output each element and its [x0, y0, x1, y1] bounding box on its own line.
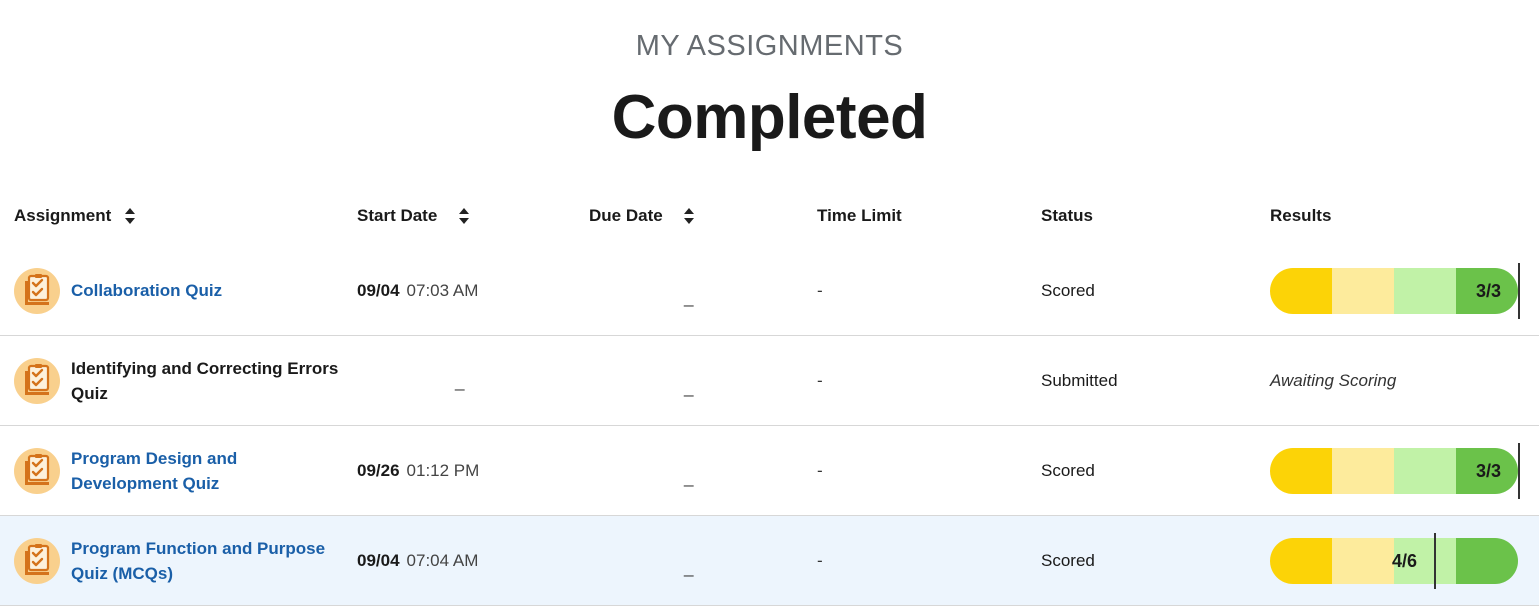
table-row: Collaboration Quiz 09/04 07:03 AM _ - Scored 3… [0, 246, 1539, 336]
score-label: 3/3 [1476, 460, 1502, 481]
table-row: Program Function and Purpose Quiz (MCQs) 0… [0, 516, 1539, 606]
score-bar-segment [1270, 448, 1332, 494]
score-marker [1434, 533, 1436, 589]
quiz-checklist-icon [14, 448, 60, 494]
table-row: Identifying and Correcting Errors Quiz _ _ -… [0, 336, 1539, 426]
page-subtitle: MY ASSIGNMENTS [635, 30, 904, 62]
table-row: Program Design and Development Quiz 09/26 0… [0, 426, 1539, 516]
score-bar-segment [1456, 538, 1518, 584]
score-bar-segment [1394, 448, 1456, 494]
column-header-status: Status [1041, 206, 1093, 225]
column-header-time-limit: Time Limit [817, 206, 902, 225]
score-marker [1518, 263, 1520, 319]
sort-icon[interactable] [683, 207, 694, 225]
page-title: Completed [611, 83, 928, 152]
sort-icon[interactable] [125, 207, 136, 225]
assignment-name: Identifying and Correcting Errors Quiz [71, 359, 339, 403]
awaiting-scoring-text: Awaiting Scoring [1270, 371, 1397, 390]
table-header: Assignment Start Date Due Date Time Limi… [0, 198, 1539, 234]
column-header-assignment[interactable]: Assignment [14, 206, 136, 226]
score-bar-segment [1270, 538, 1332, 584]
quiz-checklist-icon [14, 268, 60, 314]
assignment-name[interactable]: Collaboration Quiz [71, 278, 341, 303]
column-header-start-date[interactable]: Start Date [357, 206, 470, 226]
assignment-name[interactable]: Program Function and Purpose Quiz (MCQs) [71, 536, 341, 586]
status-text: Scored [1041, 551, 1095, 570]
score-marker [1518, 443, 1520, 499]
score-bar-segment [1332, 538, 1394, 584]
quiz-checklist-icon [14, 358, 60, 404]
due-date: _ [684, 558, 694, 577]
due-date: _ [684, 468, 694, 487]
score-bar-segment [1332, 268, 1394, 314]
time-limit: - [817, 551, 823, 570]
quiz-checklist-icon [14, 538, 60, 584]
due-date: _ [684, 288, 694, 307]
time-limit: - [817, 371, 823, 390]
status-text: Scored [1041, 281, 1095, 300]
score-bar-segment [1332, 448, 1394, 494]
column-header-due-date[interactable]: Due Date [589, 206, 694, 226]
start-date-empty: _ [455, 372, 465, 391]
status-text: Submitted [1041, 371, 1118, 390]
assignment-name[interactable]: Program Design and Development Quiz [71, 446, 341, 496]
status-text: Scored [1041, 461, 1095, 480]
sort-icon[interactable] [459, 207, 470, 225]
score-label: 3/3 [1476, 280, 1502, 301]
score-bar-segment [1270, 268, 1332, 314]
due-date: _ [684, 378, 694, 397]
score-label: 4/6 [1392, 550, 1418, 571]
start-date: 09/04 07:04 AM [357, 551, 479, 570]
start-date: 09/26 01:12 PM [357, 461, 480, 480]
time-limit: - [817, 281, 823, 300]
start-date: 09/04 07:03 AM [357, 281, 479, 300]
time-limit: - [817, 461, 823, 480]
column-header-results: Results [1270, 206, 1332, 225]
score-bar-segment [1394, 268, 1456, 314]
